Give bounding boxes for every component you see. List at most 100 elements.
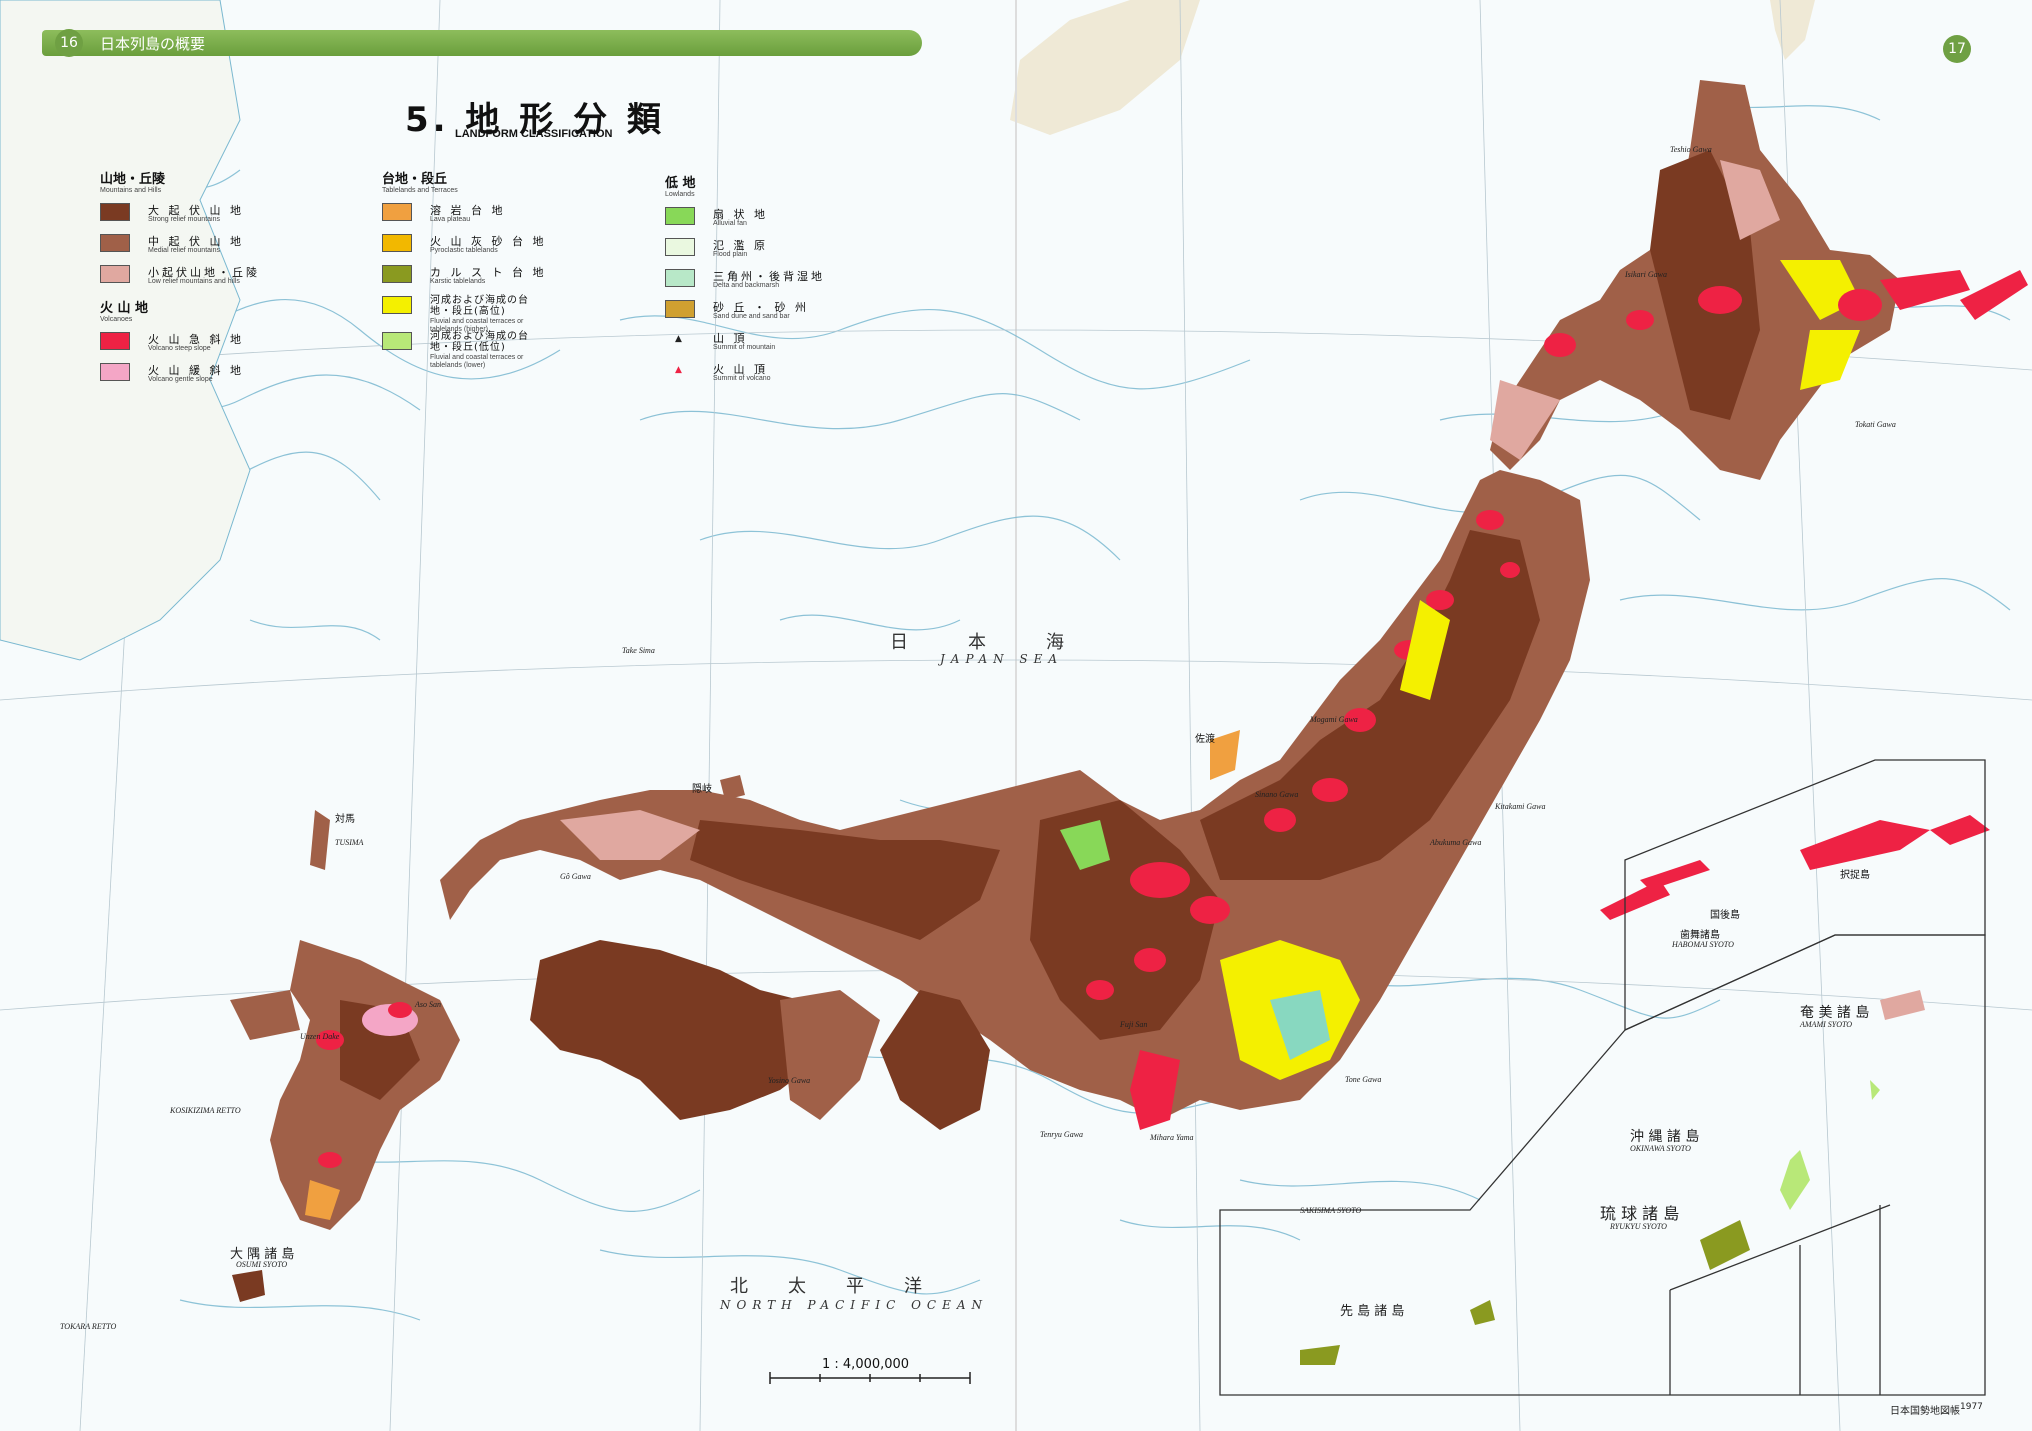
legend-tablelands: 台地・段丘 Tablelands and Terraces 溶 岩 台 地 La…: [382, 168, 632, 369]
japan-sea-label: 日本海: [890, 632, 1124, 653]
legend-label-en: Low relief mountains and hills: [148, 278, 240, 285]
place-label: Tone Gawa: [1345, 1075, 1382, 1084]
legend-item: ▲ 山 頂 Summit of mountain: [665, 330, 865, 361]
scale-bar: [769, 1372, 971, 1384]
place-label: Mogami Gawa: [1310, 715, 1358, 724]
legend-item: 中 起 伏 山 地 Medial relief mountains: [100, 233, 320, 264]
pacific-label: 北太平洋: [730, 1276, 962, 1297]
legend-heading-en: Lowlands: [665, 191, 695, 198]
legend-label-en: Medial relief mountains: [148, 247, 220, 254]
legend-swatch: [382, 265, 412, 283]
legend-label-en: Volcano steep slope: [148, 345, 211, 352]
place-label: Fuji San: [1120, 1020, 1148, 1029]
asia-mainland: [1010, 0, 1200, 135]
legend-swatch: [665, 238, 695, 256]
atlas-name: 日本国勢地図帳: [1890, 1406, 1960, 1417]
legend-item: 大 起 伏 山 地 Strong relief mountains: [100, 202, 320, 233]
legend-item: 溶 岩 台 地 Lava plateau: [382, 202, 632, 233]
tsushima: [310, 810, 330, 870]
legend-swatch: [382, 332, 412, 350]
legend-label-en: Summit of volcano: [713, 375, 771, 382]
legend-item: 河成および海成の台地・段丘(高位) Fluvial and coastal te…: [382, 295, 632, 333]
legend-item: ▲ 火 山 頂 Summit of volcano: [665, 361, 865, 392]
tsushima-label-en: TUSIMA: [335, 838, 364, 847]
legend-heading: 低 地: [665, 176, 696, 191]
shikoku: [530, 940, 880, 1120]
sado-label: 佐渡: [1195, 734, 1215, 745]
place-label: Mihara Yama: [1150, 1133, 1194, 1142]
hokkaido: [1490, 80, 1970, 480]
place-label: Kitakami Gawa: [1495, 802, 1546, 811]
legend-mountains: 山地・丘陵 Mountains and Hills 大 起 伏 山 地 Stro…: [100, 168, 320, 393]
legend-heading-en: Volcanoes: [100, 316, 133, 323]
legend-heading-en: Mountains and Hills: [100, 187, 162, 194]
habomai-label: 歯舞諸島: [1680, 930, 1720, 941]
amami-label-en: AMAMI SYOTO: [1800, 1020, 1853, 1029]
legend-label-en: Alluvial fan: [713, 220, 747, 227]
legend-swatch: [100, 203, 130, 221]
legend-swatch: [665, 269, 695, 287]
sakishima-label-en: SAKISIMA SYOTO: [1300, 1206, 1362, 1215]
legend-heading: 台地・段丘: [382, 172, 448, 187]
legend-label-en: Fluvial and coastal terraces or tablelan…: [430, 354, 524, 369]
legend-item: 扇 状 地 Alluvial fan: [665, 206, 865, 237]
place-label: Isikari Gawa: [1625, 270, 1667, 279]
japan-sea-label-en: JAPAN SEA: [940, 652, 1064, 666]
osumi-label-en: OSUMI SYOTO: [236, 1260, 288, 1269]
legend-item: 砂 丘 ・ 砂 州 Sand dune and sand bar: [665, 299, 865, 330]
legend-item: 火 山 急 斜 地 Volcano steep slope: [100, 331, 320, 362]
legend-item: 河成および海成の台地・段丘(低位) Fluvial and coastal te…: [382, 331, 632, 369]
legend-label-en: Karstic tablelands: [430, 278, 486, 285]
legend-heading-en: Tablelands and Terraces: [382, 187, 458, 194]
volcano-summit-icon: ▲: [675, 365, 682, 375]
legend-label-en: Sand dune and sand bar: [713, 313, 790, 320]
legend-label-en: Delta and backmarsh: [713, 282, 780, 289]
section-title: 日本列島の概要: [100, 35, 206, 53]
koshikijima-label: KOSIKIZIMA RETTO: [170, 1106, 241, 1115]
legend-swatch: [382, 234, 412, 252]
legend-label-en: Flood plain: [713, 251, 748, 258]
legend-swatch: [100, 234, 130, 252]
place-label: Abukuma Gawa: [1430, 838, 1482, 847]
tsushima-label: 対馬: [335, 814, 355, 825]
legend-label-en: Strong relief mountains: [148, 216, 220, 223]
legend-item: 火 山 緩 斜 地 Volcano gentle slope: [100, 362, 320, 393]
place-label: Aso San: [415, 1000, 441, 1009]
sakishima-label: 先 島 諸 島: [1340, 1304, 1405, 1319]
legend-label-en: Volcano gentle slope: [148, 376, 213, 383]
amami-label: 奄 美 諸 島: [1800, 1005, 1870, 1021]
legend-swatch: [382, 203, 412, 221]
legend-label: 河成および海成の台地・段丘(低位): [430, 331, 529, 353]
atlas-year: 1977: [1960, 1402, 1983, 1412]
okinawa-label: 沖 縄 諸 島: [1630, 1129, 1700, 1145]
legend-swatch: [665, 207, 695, 225]
place-label: Unzen Dake: [300, 1032, 340, 1041]
legend-item: 氾 濫 原 Flood plain: [665, 237, 865, 268]
place-label: Sinano Gawa: [1255, 790, 1299, 799]
place-label: Gô Gawa: [560, 872, 591, 881]
legend-label-en: Pyroclastic tablelands: [430, 247, 498, 254]
legend-label: 河成および海成の台地・段丘(高位): [430, 295, 529, 317]
legend-swatch: [100, 265, 130, 283]
map-scale: 1 : 4,000,000: [822, 1357, 910, 1372]
legend-lowlands: 低 地 Lowlands 扇 状 地 Alluvial fan 氾 濫 原 Fl…: [665, 172, 865, 392]
asia-mainland-right: [1770, 0, 1815, 60]
place-label: Tokati Gawa: [1855, 420, 1896, 429]
place-label: Yosino Gawa: [768, 1076, 811, 1085]
place-label: Teshio Gawa: [1670, 145, 1712, 154]
map-page: 16 日本列島の概要 17 5. 地 形 分 類 LANDFORM CLASSI…: [0, 0, 2032, 1431]
oki-label: 隠岐: [692, 784, 712, 795]
legend-label-en: Lava plateau: [430, 216, 471, 223]
ryukyu-label-en: RYUKYU SYOTO: [1610, 1222, 1667, 1231]
yakushima: [232, 1270, 265, 1302]
legend-swatch: [100, 332, 130, 350]
legend-swatch: [665, 300, 695, 318]
right-page-number: 17: [1943, 35, 1971, 63]
okinawa-label-en: OKINAWA SYOTO: [1630, 1144, 1691, 1153]
legend-heading: 火 山 地: [100, 301, 149, 316]
legend-swatch: [382, 296, 412, 314]
legend-label-en: Summit of mountain: [713, 344, 776, 351]
place-label: Tenryu Gawa: [1040, 1130, 1084, 1139]
ryukyu-label: 琉 球 諸 島: [1600, 1204, 1680, 1223]
legend-item: 火 山 灰 砂 台 地 Pyroclastic tablelands: [382, 233, 632, 264]
